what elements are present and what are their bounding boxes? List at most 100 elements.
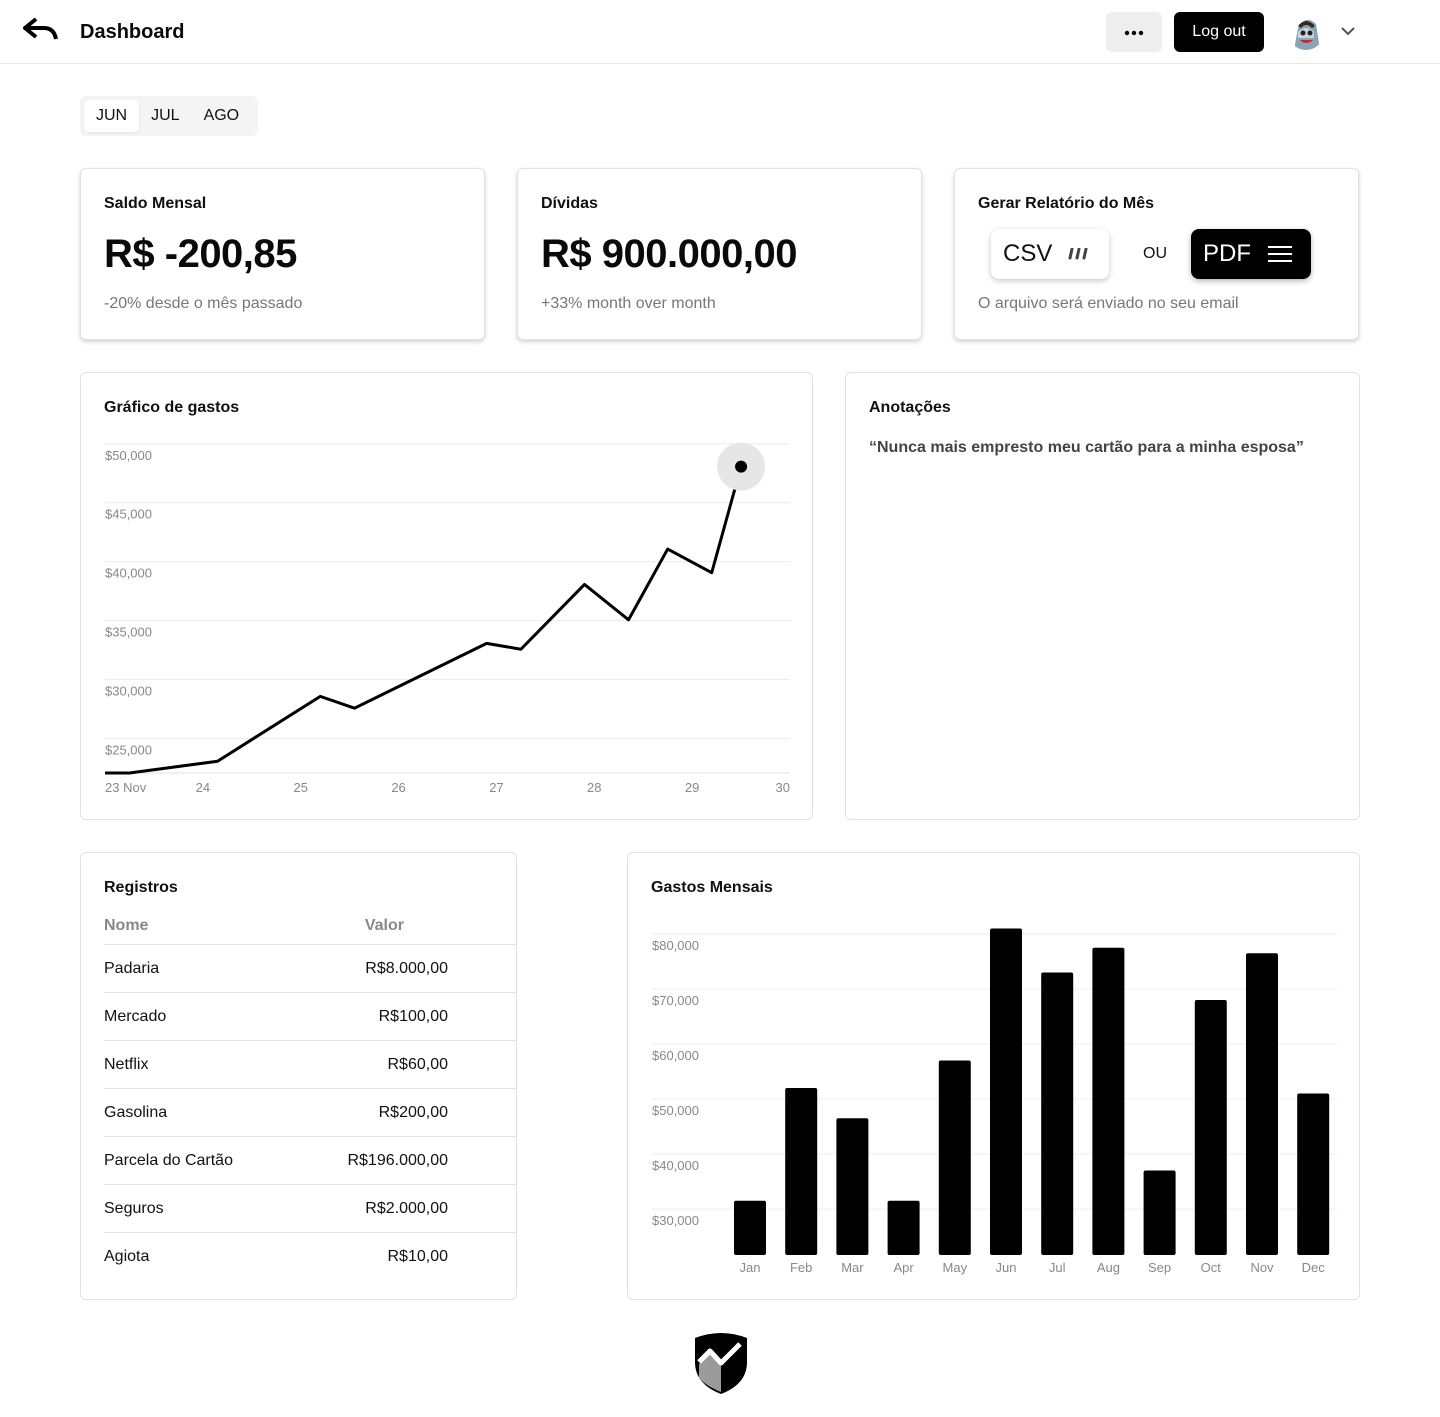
record-name: Agiota bbox=[104, 1248, 150, 1265]
bar bbox=[1297, 1093, 1330, 1255]
spending-chart-card: Gráfico de gastos $50,000 $45,000 $40,000 $… bbox=[80, 372, 813, 820]
bar bbox=[887, 1200, 920, 1255]
record-name: Parcela do Cartão bbox=[104, 1151, 233, 1169]
tab-ago[interactable]: AGO bbox=[192, 100, 252, 132]
csv-label: CSV bbox=[1003, 240, 1053, 267]
notes-title: Anotações bbox=[869, 399, 951, 416]
logout-button[interactable]: Log out bbox=[1174, 12, 1264, 52]
records-card: Registros Nome Valor Padaria R$8.000,00 M… bbox=[80, 852, 517, 1300]
x-tick-label: 23 Nov bbox=[105, 780, 147, 795]
tab-jul[interactable]: JUL bbox=[139, 100, 191, 132]
export-csv-button[interactable]: CSV bbox=[991, 229, 1109, 279]
y-tick-label: $60,000 bbox=[652, 1048, 699, 1063]
saldo-title: Saldo Mensal bbox=[104, 195, 207, 212]
back-arrow-icon bbox=[22, 16, 58, 48]
bar bbox=[1143, 1170, 1176, 1255]
x-tick-label: Oct bbox=[1201, 1260, 1222, 1275]
y-tick-label: $70,000 bbox=[652, 993, 699, 1008]
column-header-value: Valor bbox=[364, 917, 404, 934]
monthly-bar-chart: $80,000 $70,000 $60,000 $50,000 $40,000 $30,0… bbox=[652, 928, 1337, 1275]
y-tick-label: $80,000 bbox=[652, 938, 699, 953]
record-value: R$196.000,00 bbox=[347, 1151, 448, 1169]
x-tick-label: Apr bbox=[893, 1260, 914, 1275]
record-name: Mercado bbox=[104, 1007, 167, 1025]
dividas-card: Dívidas R$ 900.000,00 +33% month over mo… bbox=[517, 168, 922, 340]
quote-marks-icon bbox=[1068, 248, 1092, 260]
table-row: Padaria R$8.000,00 bbox=[104, 945, 516, 993]
record-value: R$200,00 bbox=[378, 1103, 448, 1121]
x-tick-label: Mar bbox=[841, 1260, 864, 1275]
x-tick-label: 25 bbox=[293, 780, 307, 795]
bar bbox=[785, 1088, 818, 1255]
brand-logo bbox=[692, 1332, 750, 1396]
x-tick-label: Dec bbox=[1302, 1260, 1326, 1275]
record-value: R$2.000,00 bbox=[365, 1199, 448, 1217]
y-tick-label: $45,000 bbox=[105, 507, 152, 522]
record-name: Gasolina bbox=[104, 1103, 168, 1121]
notes-text: “Nunca mais empresto meu cartão para a m… bbox=[869, 439, 1304, 456]
tab-jun[interactable]: JUN bbox=[84, 100, 140, 132]
y-tick-label: $50,000 bbox=[105, 448, 152, 463]
spending-line-chart: $50,000 $45,000 $40,000 $35,000 $30,000 $25,0… bbox=[105, 442, 790, 795]
y-tick-label: $40,000 bbox=[652, 1158, 699, 1173]
records-header: Nome Valor bbox=[104, 917, 516, 945]
menu-lines-icon bbox=[1267, 245, 1293, 263]
bar bbox=[1041, 972, 1074, 1255]
export-pdf-button[interactable]: PDF bbox=[1191, 229, 1311, 279]
month-tabs: JUN JUL AGO bbox=[80, 96, 258, 136]
bar bbox=[836, 1118, 869, 1255]
pdf-label: PDF bbox=[1203, 240, 1251, 267]
x-tick-label: Jun bbox=[996, 1260, 1017, 1275]
back-button[interactable] bbox=[20, 16, 60, 48]
x-tick-label: Jul bbox=[1049, 1260, 1066, 1275]
bar bbox=[1092, 947, 1125, 1255]
bar bbox=[1246, 953, 1278, 1255]
more-options-button[interactable] bbox=[1106, 12, 1162, 52]
data-point bbox=[735, 460, 748, 473]
record-value: R$60,00 bbox=[387, 1055, 449, 1073]
record-name: Padaria bbox=[104, 959, 160, 977]
saldo-change: -20% desde o mês passado bbox=[104, 295, 303, 312]
chevron-down-icon bbox=[1340, 23, 1356, 41]
x-tick-label: Sep bbox=[1148, 1260, 1171, 1275]
record-name: Seguros bbox=[104, 1199, 164, 1217]
y-tick-label: $30,000 bbox=[652, 1213, 699, 1228]
records-title: Registros bbox=[104, 879, 178, 896]
x-tick-label: 27 bbox=[489, 780, 503, 795]
table-row: Seguros R$2.000,00 bbox=[104, 1185, 516, 1233]
record-value: R$10,00 bbox=[387, 1248, 449, 1265]
table-row: Mercado R$100,00 bbox=[104, 993, 516, 1041]
dividas-title: Dívidas bbox=[541, 195, 598, 212]
column-header-name: Nome bbox=[104, 917, 149, 934]
dividas-value: R$ 900.000,00 bbox=[541, 232, 797, 276]
bar bbox=[1194, 1000, 1227, 1255]
records-table: Nome Valor Padaria R$8.000,00 Mercado R$10… bbox=[104, 917, 516, 1281]
series-line bbox=[105, 466, 743, 775]
avatar[interactable] bbox=[1288, 14, 1324, 50]
saldo-value: R$ -200,85 bbox=[104, 232, 297, 276]
x-tick-label: Feb bbox=[790, 1260, 812, 1275]
y-tick-label: $40,000 bbox=[105, 566, 152, 581]
y-tick-label: $50,000 bbox=[652, 1103, 699, 1118]
x-tick-label: Jan bbox=[740, 1260, 761, 1275]
saldo-card: Saldo Mensal R$ -200,85 -20% desde o mês… bbox=[80, 168, 485, 340]
bar bbox=[990, 928, 1022, 1255]
table-row: Agiota R$10,00 bbox=[104, 1233, 516, 1281]
x-tick-label: 30 bbox=[776, 780, 790, 795]
record-name: Netflix bbox=[104, 1055, 149, 1073]
top-header: Dashboard Log out bbox=[0, 0, 1440, 64]
report-card: Gerar Relatório do Mês CSV OU PDF O arqu… bbox=[954, 168, 1359, 340]
account-menu-toggle[interactable] bbox=[1336, 20, 1360, 44]
table-row: Netflix R$60,00 bbox=[104, 1041, 516, 1089]
x-tick-label: Nov bbox=[1250, 1260, 1274, 1275]
report-note: O arquivo será enviado no seu email bbox=[978, 295, 1239, 312]
table-row: Gasolina R$200,00 bbox=[104, 1089, 516, 1137]
y-tick-label: $30,000 bbox=[105, 684, 152, 699]
bar bbox=[734, 1200, 766, 1255]
record-value: R$8.000,00 bbox=[365, 959, 448, 977]
page-title: Dashboard bbox=[80, 21, 185, 43]
x-tick-label: 26 bbox=[391, 780, 405, 795]
dividas-change: +33% month over month bbox=[541, 295, 716, 312]
y-tick-label: $35,000 bbox=[105, 625, 152, 640]
report-title: Gerar Relatório do Mês bbox=[978, 195, 1155, 212]
